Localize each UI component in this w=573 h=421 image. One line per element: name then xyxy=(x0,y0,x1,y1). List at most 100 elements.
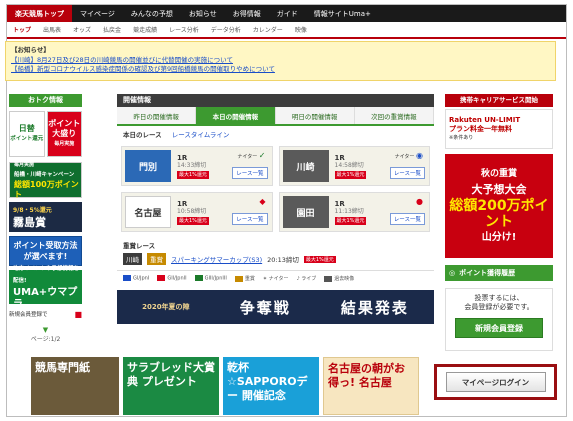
subnav-calendar[interactable]: カレンダー xyxy=(247,25,289,34)
point-method-banner[interactable]: ポイント受取方法 が選べます! xyxy=(9,236,82,266)
kaisai-header: 開催情報 xyxy=(117,94,434,107)
bottom-banner-sapporo[interactable]: 乾杯☆SAPPOROデー 開催記念 xyxy=(223,357,319,415)
race-list-button[interactable]: レース一覧 xyxy=(389,167,425,179)
left-column: おトク情報 日替 ポイント還元 ポイント 大盛り 毎月実施 毎月実施 船橋・川崎… xyxy=(9,94,82,343)
venue-name[interactable]: 園田 xyxy=(282,196,329,228)
venue-name[interactable]: 川崎 xyxy=(282,150,329,182)
nav-top[interactable]: 楽天競馬トップ xyxy=(7,5,72,22)
legend-g2: GII/JpnII xyxy=(157,275,187,282)
race-list-button[interactable]: レース一覧 xyxy=(232,213,268,225)
graded-return-badge: 最大1%還元 xyxy=(303,255,336,263)
bottom-banner-thoroughbred[interactable]: サラブレッド大賞典 プレゼント xyxy=(123,357,219,415)
bottom-banners: 競馬専門紙 サラブレッド大賞典 プレゼント 乾杯☆SAPPOROデー 開催記念 … xyxy=(31,357,419,415)
tab-yesterday[interactable]: 昨日の開催情報 xyxy=(117,107,197,124)
notice-link-kawasaki[interactable]: 【川崎】8月27日及び28日の川崎競馬の開催並びに代替開催の実施について xyxy=(11,56,550,65)
yoso-taikai-banner[interactable]: 秋の重賞 大予想大会 総額200万ポイント 山分け! xyxy=(445,154,553,258)
venue-name[interactable]: 門別 xyxy=(125,150,171,182)
legend-live: ♪ ライブ xyxy=(296,275,316,282)
legend-g1-label: GI/JpnI xyxy=(133,275,150,282)
campaign-banner[interactable]: 毎月実施 船橋・川崎キャンペーン 総額100万ポイント xyxy=(9,162,82,199)
race-list-button[interactable]: レース一覧 xyxy=(389,213,425,225)
mypage-login-button[interactable]: マイページログイン xyxy=(445,372,546,392)
venue-logo-icon: ◆ xyxy=(259,197,266,206)
register-text-1: 投票するには、 xyxy=(474,294,524,302)
subnav-data-analysis[interactable]: データ分析 xyxy=(205,25,247,34)
point-history-label: ポイント獲得履歴 xyxy=(459,269,516,277)
nav-yoso[interactable]: みんなの予想 xyxy=(123,5,181,22)
result-banner-result: 結果発表 xyxy=(340,298,409,317)
subtab-today-races[interactable]: 本日のレース xyxy=(123,129,162,139)
point-omori-line3: 毎月実施 xyxy=(54,141,75,147)
star-icon: ✶ xyxy=(262,276,268,282)
race-number: 1R xyxy=(334,199,345,208)
point-omori-banner[interactable]: ポイント 大盛り 毎月実施 xyxy=(46,111,82,157)
umapura-banner[interactable]: 地方イベントや予想情報を配信! UMA+ウマプラ xyxy=(9,266,82,310)
result-banner-title: 争奪戦 xyxy=(239,298,291,317)
subnav-odds[interactable]: オッズ xyxy=(67,25,97,34)
legend-archive: 過去映像 xyxy=(324,275,354,282)
legend-g3: GIII/JpnIII xyxy=(194,275,227,282)
legend-graded: 重賞 xyxy=(234,275,255,282)
new-register-button[interactable]: 新規会員登録 xyxy=(455,318,543,338)
subnav-haraimodoshi[interactable]: 払戻金 xyxy=(97,25,127,34)
higawari-sub: ポイント還元 xyxy=(10,136,44,142)
point-omori-line1: ポイント xyxy=(48,119,81,128)
nav-umaplus[interactable]: 情報サイトUma+ xyxy=(306,5,379,22)
pager-down-arrow-icon[interactable]: ▼ xyxy=(9,326,82,334)
tab-next-graded[interactable]: 次回の重賞情報 xyxy=(354,107,434,124)
right-column: 携帯キャリアサービス開始 Rakuten UN-LIMIT プラン料金一年無料 … xyxy=(434,94,557,400)
subnav-top[interactable]: トップ xyxy=(7,25,37,34)
graded-race-link[interactable]: スパーキングサマーカップ(S3) xyxy=(171,254,262,264)
venue-mark: ◆ xyxy=(259,197,265,206)
venue-card-monbetsu: 門別 1R 14:33締切 最大1%還元 ナイター ✓ レース一覧 xyxy=(121,146,273,186)
result-banner[interactable]: 2020年夏の陣 争奪戦 結果発表 xyxy=(117,290,434,324)
pager-text: ページ:1/2 xyxy=(30,336,61,343)
point-method-line2: が選べます! xyxy=(23,252,68,261)
yoso-line4: 山分け! xyxy=(481,232,517,243)
graded-race-title: 重賞レース xyxy=(123,242,156,250)
subtab-timeline[interactable]: レースタイムライン xyxy=(172,129,230,139)
bottom-banner-nagoya[interactable]: 名古屋の朝がお得っ! 名古屋 xyxy=(323,357,419,415)
legend-nighter: ✶ ナイター xyxy=(263,275,289,282)
point-history-button[interactable]: ◎ ポイント獲得履歴 xyxy=(445,265,553,281)
umapura-title: UMA+ウマプラ xyxy=(13,287,78,310)
subnav-race-analysis[interactable]: レース分析 xyxy=(163,25,205,34)
subnav-video[interactable]: 映像 xyxy=(289,25,313,34)
venue-grid: 門別 1R 14:33締切 最大1%還元 ナイター ✓ レース一覧 川崎 1R … xyxy=(117,146,434,232)
nav-mypage[interactable]: マイページ xyxy=(72,5,123,22)
nav-otoku[interactable]: お得情報 xyxy=(225,5,269,22)
rakuten-unlimit-banner[interactable]: Rakuten UN-LIMIT プラン料金一年無料 ※条件あり xyxy=(445,109,553,149)
return-badge: 最大1%還元 xyxy=(177,216,209,225)
nighter-icon: ◉ xyxy=(416,151,423,160)
campaign-line1: 毎月実施 xyxy=(14,162,35,168)
venue-name[interactable]: 名古屋 xyxy=(125,196,171,228)
bottom-banner-senmonshi[interactable]: 競馬専門紙 xyxy=(31,357,119,415)
nav-oshirase[interactable]: お知らせ xyxy=(181,5,225,22)
rakuten-line2: プラン料金一年無料 xyxy=(449,124,512,133)
graded-venue: 川崎 xyxy=(123,253,142,265)
campaign-line2: 船橋・川崎キャンペーン xyxy=(14,172,75,178)
otoku-header: おトク情報 xyxy=(9,94,82,107)
campaign-line3: 総額100万ポイント xyxy=(14,180,79,199)
sub-nav: トップ 出馬表 オッズ 払戻金 競走成績 レース分析 データ分析 カレンダー 映… xyxy=(7,22,566,39)
race-subtabs: 本日のレース レースタイムライン xyxy=(117,126,434,142)
notice-link-funabashi[interactable]: 【船橋】新型コロナウイルス感染症関係の確認及び第9回船橋競馬の開催取りやめについ… xyxy=(11,65,550,74)
center-column: 開催情報 昨日の開催情報 本日の開催情報 明日の開催情報 次回の重賞情報 本日の… xyxy=(117,94,434,324)
result-banner-sub: 2020年夏の陣 xyxy=(142,303,190,311)
return-badge: 最大1%還元 xyxy=(334,216,367,225)
live-icon: ♪ xyxy=(296,276,300,282)
nighter-icon: ✓ xyxy=(258,151,266,160)
return-badge: 最大1%還元 xyxy=(334,170,367,179)
left-pager: ▼ ページ:1/2 xyxy=(9,326,82,343)
race-list-button[interactable]: レース一覧 xyxy=(232,167,268,179)
nighter-tag: ナイター ◉ xyxy=(395,151,423,160)
subnav-shutsuba[interactable]: 出馬表 xyxy=(37,25,67,34)
tab-today[interactable]: 本日の開催情報 xyxy=(196,107,276,124)
nav-guide[interactable]: ガイド xyxy=(269,5,306,22)
kirishima-banner[interactable]: 9/8・5%還元 霧島賞 xyxy=(9,202,82,232)
subnav-seiseki[interactable]: 競走成績 xyxy=(127,25,163,34)
nighter-label: ナイター xyxy=(394,154,415,160)
venue-card-sonoda: 園田 1R 11:13締切 最大1%還元 ● レース一覧 xyxy=(278,192,430,232)
higawari-banner[interactable]: 日替 ポイント還元 xyxy=(9,111,45,157)
tab-tomorrow[interactable]: 明日の開催情報 xyxy=(275,107,355,124)
